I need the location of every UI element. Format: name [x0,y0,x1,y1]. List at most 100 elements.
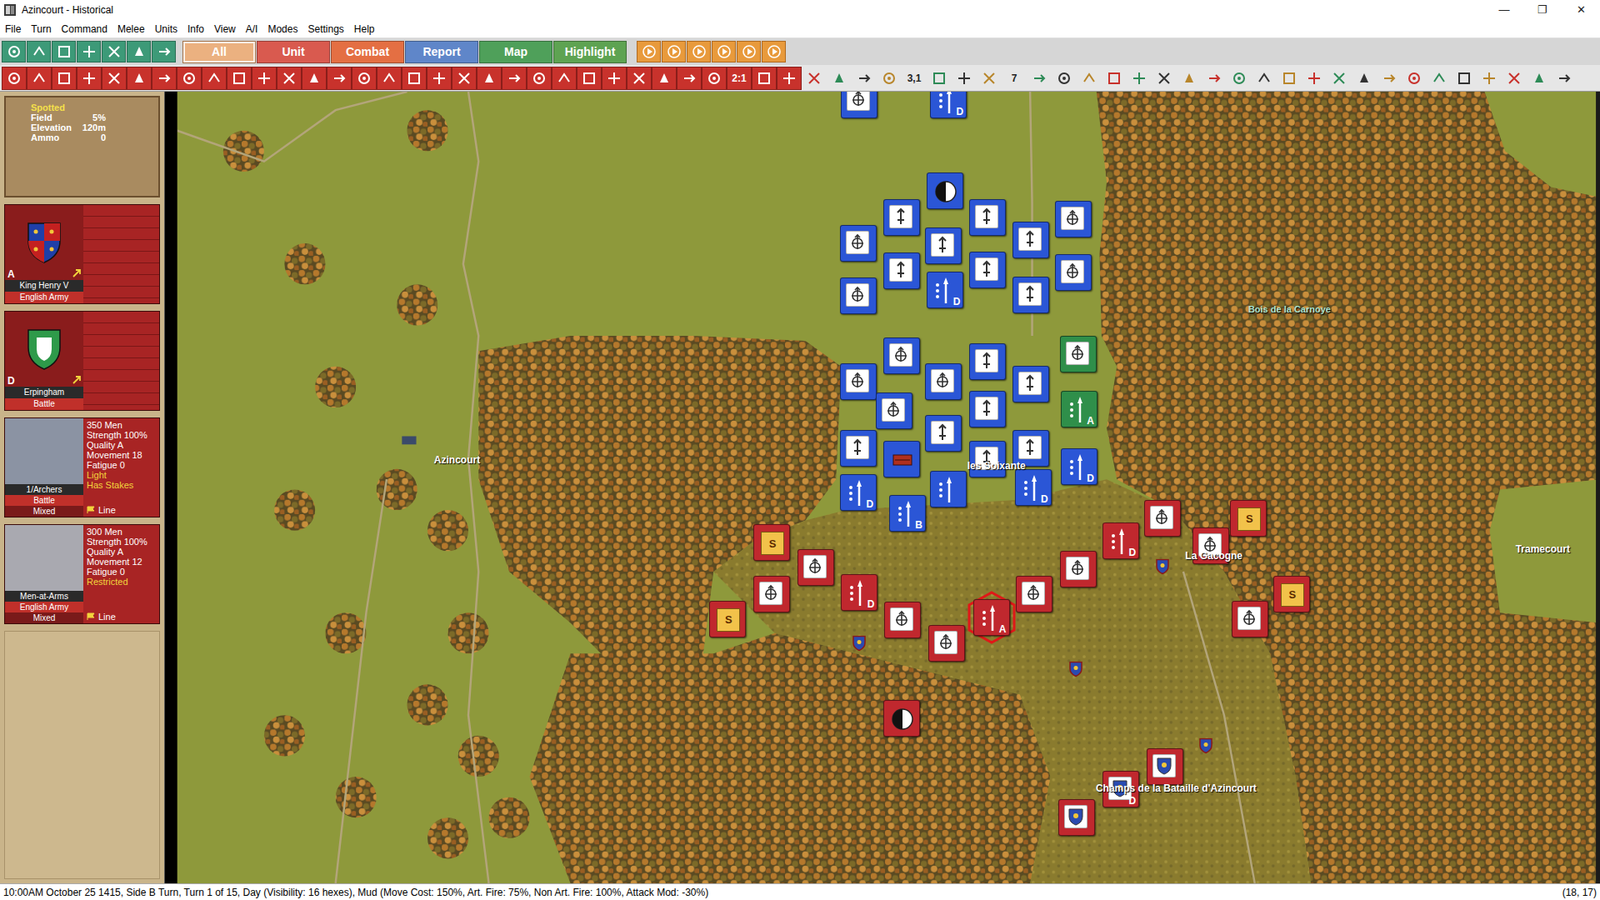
unit-counter[interactable]: D [926,271,964,309]
tool-button[interactable] [1126,66,1152,90]
unit-counter[interactable] [930,470,967,508]
tool-button[interactable] [1226,66,1252,90]
tool-button[interactable] [151,40,176,63]
playback-button[interactable] [661,40,686,63]
tool-button[interactable] [101,40,126,63]
view-tab[interactable]: Combat [330,40,405,64]
tool-button[interactable] [476,66,502,90]
tool-button[interactable] [1051,66,1077,90]
tool-button[interactable] [976,66,1002,90]
unit-counter[interactable] [884,601,921,639]
tool-button[interactable] [1451,66,1477,90]
unit-counter[interactable]: B [889,495,926,532]
menu-item[interactable]: File [0,20,26,39]
tool-button[interactable] [926,66,952,90]
tool-button[interactable] [126,66,152,90]
unit-card[interactable]: Men-at-ArmsEnglish ArmyMixed300 MenStren… [4,524,160,625]
unit-counter[interactable] [883,252,920,290]
menu-item[interactable]: A/I [240,20,264,39]
unit-counter[interactable] [840,91,878,119]
playback-button[interactable] [761,40,786,63]
tool-button[interactable] [776,66,802,90]
unit-counter[interactable] [969,343,1006,380]
unit-counter[interactable] [925,227,962,265]
tool-button[interactable] [276,66,302,90]
unit-counter[interactable]: A [1060,390,1098,428]
tool-button[interactable] [1476,66,1502,90]
tool-button[interactable] [251,66,277,90]
menu-item[interactable]: Help [349,20,380,39]
tool-button[interactable] [1101,66,1127,90]
view-tab[interactable]: Map [479,40,553,64]
playback-button[interactable] [686,40,711,63]
tool-button[interactable] [126,40,151,63]
unit-counter[interactable]: D [930,91,967,119]
unit-counter[interactable]: D [1102,770,1140,808]
unit-counter[interactable] [840,277,877,315]
tool-button[interactable] [801,66,827,90]
tool-button[interactable] [1,40,26,63]
tool-button[interactable] [851,66,877,90]
unit-counter[interactable] [1144,500,1181,537]
tool-button[interactable] [51,40,76,63]
view-tab[interactable]: Highlight [553,40,627,64]
tool-button[interactable] [226,66,252,90]
unit-counter[interactable] [1060,335,1097,373]
view-tab[interactable]: Unit [256,40,330,64]
unit-counter[interactable]: S [1230,500,1267,537]
unit-counter[interactable] [969,390,1006,428]
unit-counter[interactable]: D [840,574,878,611]
battle-map[interactable]: DDADDDBSSDADSSDAzincourtBois de la Carno… [165,91,1600,884]
playback-button[interactable] [636,40,661,63]
menu-item[interactable]: View [209,20,241,39]
tool-button[interactable] [1376,66,1402,90]
window-control[interactable]: ✕ [1561,0,1600,20]
window-control[interactable]: — [1485,0,1524,20]
unit-counter[interactable] [883,199,920,236]
tool-button[interactable] [501,66,527,90]
unit-counter[interactable]: D [1102,522,1140,560]
unit-counter[interactable] [797,549,835,586]
unit-counter[interactable] [1058,799,1095,836]
menu-item[interactable]: Units [150,20,183,39]
tool-button[interactable] [1301,66,1327,90]
tool-button[interactable] [676,66,702,90]
tool-button[interactable] [626,66,652,90]
tool-button[interactable] [326,66,352,90]
playback-button[interactable] [736,40,761,63]
unit-counter[interactable] [1015,575,1053,613]
tool-button[interactable] [1076,66,1102,90]
unit-counter[interactable] [840,363,877,400]
tool-button[interactable] [1426,66,1452,90]
unit-counter[interactable]: S [753,524,790,561]
unit-counter[interactable] [925,415,962,452]
tool-button[interactable] [426,66,452,90]
menu-item[interactable]: Modes [262,20,303,39]
unit-counter[interactable] [926,172,964,210]
tool-button[interactable] [751,66,777,90]
leader-card[interactable]: AKing Henry VEnglish Army [4,204,160,305]
unit-counter[interactable] [1055,200,1092,238]
tool-button[interactable] [1526,66,1552,90]
tool-button[interactable] [651,66,677,90]
tool-button[interactable]: 7 [1001,66,1027,90]
unit-counter[interactable]: A [973,599,1010,636]
tool-button[interactable] [1,66,27,90]
unit-counter[interactable] [883,700,920,737]
tool-button[interactable] [1026,66,1052,90]
unit-counter[interactable]: D [1015,469,1052,506]
menu-item[interactable]: Info [182,20,210,39]
view-tab[interactable]: Report [405,40,479,64]
menu-item[interactable]: Melee [112,20,150,39]
unit-counter[interactable] [840,225,877,262]
unit-counter[interactable] [1012,430,1050,467]
tool-button[interactable] [551,66,577,90]
tool-button[interactable] [1551,66,1577,90]
unit-counter[interactable] [1231,600,1269,638]
playback-button[interactable] [711,40,736,63]
tool-button[interactable] [26,66,52,90]
leader-card[interactable]: DErpinghamBattle [4,310,160,411]
menu-item[interactable]: Command [56,20,113,39]
tool-button[interactable] [1151,66,1177,90]
tool-button[interactable] [701,66,727,90]
